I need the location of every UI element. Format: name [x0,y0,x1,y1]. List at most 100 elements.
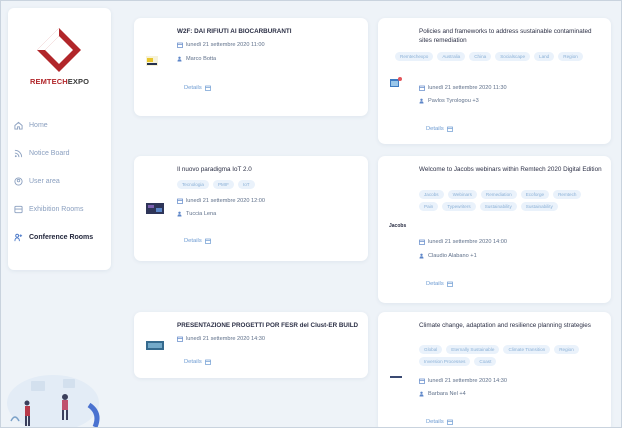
tag[interactable]: Land [534,52,555,61]
tag[interactable]: Socialscape [495,52,531,61]
details-button[interactable]: Details [426,281,453,287]
card-speaker-text: Claudio Alabano +1 [428,253,477,259]
tag[interactable]: Sustainability [520,202,558,211]
speaker-icon [419,253,424,259]
tag[interactable]: Sustainability [479,202,517,211]
card-date-text: lunedì 21 settembre 2020 14:30 [186,336,265,342]
iot-thumbnail [146,203,164,214]
nav-item-notice-board[interactable]: Notice Board [14,146,111,160]
card-speaker: Marco Botta [177,56,216,62]
tag[interactable]: Region [554,345,579,354]
conference-card-w2f: W2F: DAI RIFIUTI AI BIOCARBURANTI lunedì… [134,18,368,116]
room-icon [14,205,23,213]
w2f-thumbnail [146,56,158,66]
card-date-text: lunedì 21 settembre 2020 14:30 [428,378,507,384]
clust-er-thumbnail [146,341,164,350]
brand-part2: EXPO [67,77,90,86]
card-title: Policies and frameworks to address susta… [419,28,592,44]
tag[interactable]: Climate Transition [503,345,551,354]
details-button[interactable]: Details [426,126,453,132]
speaker-icon [177,56,182,62]
tag[interactable]: Tecnologia [177,180,209,189]
tag[interactable]: Remtechexpo [395,52,434,61]
card-title: Welcome to Jacobs webinars within Remtec… [419,166,602,173]
card-title: Il nuovo paradigma IoT 2.0 [177,166,252,173]
sidebar: REMTECHEXPO Home Notice Board User area … [8,8,111,270]
card-speaker-text: Barbara Nel +4 [428,391,466,397]
calendar-icon [177,42,183,48]
nav-item-home[interactable]: Home [14,118,111,132]
climate-thumbnail [390,376,402,378]
tag[interactable]: Coast [474,357,497,366]
tag[interactable]: Global [419,345,443,354]
details-button[interactable]: Details [184,359,211,365]
calendar-add-icon [204,238,211,244]
card-speaker: Tuccia Lena [177,211,216,217]
remtech-logo [37,28,81,72]
tag[interactable]: Jacobs [419,190,444,199]
card-date: lunedì 21 settembre 2020 14:30 [177,336,265,342]
rss-icon [14,149,23,157]
tag[interactable]: Webinars [447,190,477,199]
tag[interactable]: IoT [237,180,255,189]
conference-card-jacobs: Jacobs Welcome to Jacobs webinars within… [378,156,611,303]
card-date: lunedì 21 settembre 2020 12:00 [177,198,265,204]
nav-label-home: Home [29,121,48,129]
tag-list: Global Eternally Sustainable Climate Tra… [419,345,604,366]
calendar-add-icon [204,85,211,91]
nav-item-user-area[interactable]: User area [14,174,111,188]
calendar-add-icon [204,359,211,365]
speaker-icon [177,211,182,217]
tag[interactable]: PMIF [212,180,234,189]
details-label: Details [184,85,202,91]
tag[interactable]: Region [558,52,583,61]
conference-card-iot: Il nuovo paradigma IoT 2.0 Tecnologia PM… [134,156,368,261]
brand-name: REMTECHEXPO [8,77,111,86]
card-speaker-text: Pavlos Tyrologou +3 [428,98,479,104]
home-icon [14,121,23,130]
user-icon [14,176,23,186]
nav-label-user-area: User area [29,177,60,185]
tag[interactable]: Pain [419,202,439,211]
card-title: W2F: DAI RIFIUTI AI BIOCARBURANTI [177,28,292,35]
tag[interactable]: China [469,52,492,61]
calendar-icon [419,378,425,384]
nav-label-exhibition-rooms: Exhibition Rooms [29,205,84,213]
conference-card-clust-er: PRESENTAZIONE PROGETTI POR FESR del Clus… [134,312,368,378]
calendar-icon [419,239,425,245]
tag-list: Jacobs Webinars Remediation Ecoforge Rem… [419,190,604,211]
card-date: lunedì 21 settembre 2020 11:30 [419,85,507,91]
card-date-text: lunedì 21 settembre 2020 12:00 [186,198,265,204]
nav-item-conference-rooms[interactable]: Conference Rooms [14,230,111,244]
details-button[interactable]: Details [184,238,211,244]
tag[interactable]: Typewriters [442,202,476,211]
conference-card-policies: Policies and frameworks to address susta… [378,18,611,144]
details-label: Details [426,126,444,132]
card-date: lunedì 21 settembre 2020 11:00 [177,42,265,48]
jacobs-logo: Jacobs [389,223,407,229]
tag[interactable]: Remtech [553,190,582,199]
calendar-add-icon [446,281,453,287]
tag[interactable]: Australia [437,52,466,61]
tag[interactable]: Inversion Processes [419,357,471,366]
people-illustration [7,375,100,427]
brand-part1: REMTECH [29,77,68,86]
details-button[interactable]: Details [426,419,453,425]
card-title: Climate change, adaptation and resilienc… [419,322,591,329]
nav-item-exhibition-rooms[interactable]: Exhibition Rooms [14,202,111,216]
details-button[interactable]: Details [184,85,211,91]
calendar-add-icon [446,126,453,132]
calendar-icon [419,85,425,91]
details-label: Details [426,419,444,425]
card-date: lunedì 21 settembre 2020 14:30 [419,378,507,384]
tag-list: Remtechexpo Australia China Socialscape … [395,52,605,61]
card-speaker: Barbara Nel +4 [419,391,466,397]
details-label: Details [426,281,444,287]
card-speaker-text: Tuccia Lena [186,211,217,217]
tag[interactable]: Remediation [480,190,517,199]
card-date-text: lunedì 21 settembre 2020 11:30 [428,85,507,91]
tag[interactable]: Ecoforge [520,190,550,199]
tag[interactable]: Eternally Sustainable [446,345,500,354]
speaker-icon [419,391,424,397]
card-date: lunedì 21 settembre 2020 14:00 [419,239,507,245]
